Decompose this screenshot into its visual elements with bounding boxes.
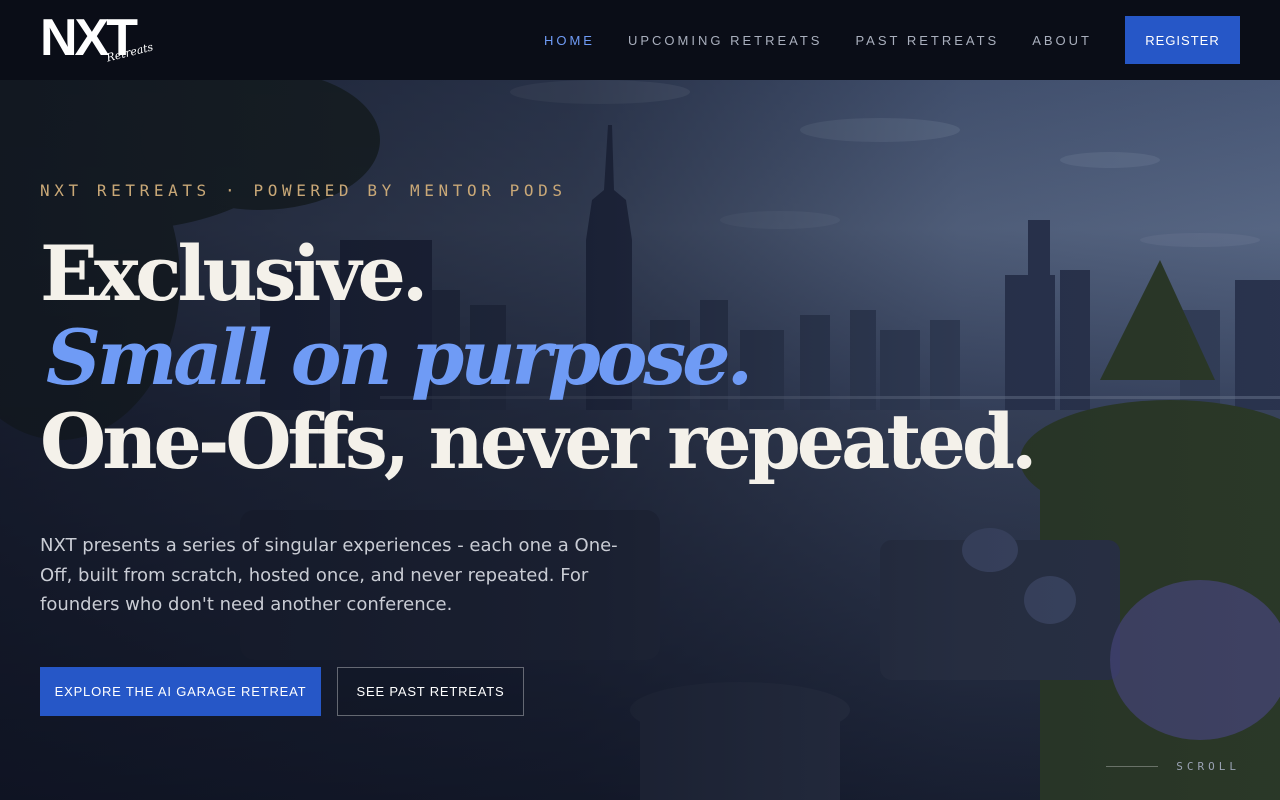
scroll-line	[1106, 766, 1159, 767]
see-past-retreats-button[interactable]: SEE PAST RETREATS	[337, 667, 524, 716]
headline-line-small-on-purpose: Small on purpose.	[46, 313, 753, 402]
nav-item-past-retreats[interactable]: PAST RETREATS	[855, 33, 999, 48]
site-header: NXT Retreats HOME UPCOMING RETREATS PAST…	[0, 0, 1280, 80]
scroll-indicator[interactable]: SCROLL	[1106, 760, 1240, 773]
headline-line-exclusive: Exclusive.	[40, 229, 428, 318]
register-button[interactable]: REGISTER	[1125, 16, 1240, 64]
hero-headline: Exclusive. Small on purpose. One-Offs, n…	[40, 229, 1037, 486]
explore-ai-garage-retreat-button[interactable]: EXPLORE THE AI GARAGE RETREAT	[40, 667, 321, 716]
headline-line-one-offs: One-Offs, never repeated.	[40, 397, 1037, 486]
hero-eyebrow: NXT RETREATS · POWERED BY MENTOR PODS	[40, 181, 567, 200]
nav-item-home[interactable]: HOME	[544, 33, 595, 48]
main-nav: HOME UPCOMING RETREATS PAST RETREATS ABO…	[544, 16, 1240, 64]
nav-item-about[interactable]: ABOUT	[1032, 33, 1092, 48]
hero-intro-text: NXT presents a series of singular experi…	[40, 535, 618, 615]
brand-logo[interactable]: NXT Retreats	[40, 10, 164, 70]
scroll-label: SCROLL	[1176, 760, 1240, 773]
nav-item-upcoming-retreats[interactable]: UPCOMING RETREATS	[628, 33, 823, 48]
